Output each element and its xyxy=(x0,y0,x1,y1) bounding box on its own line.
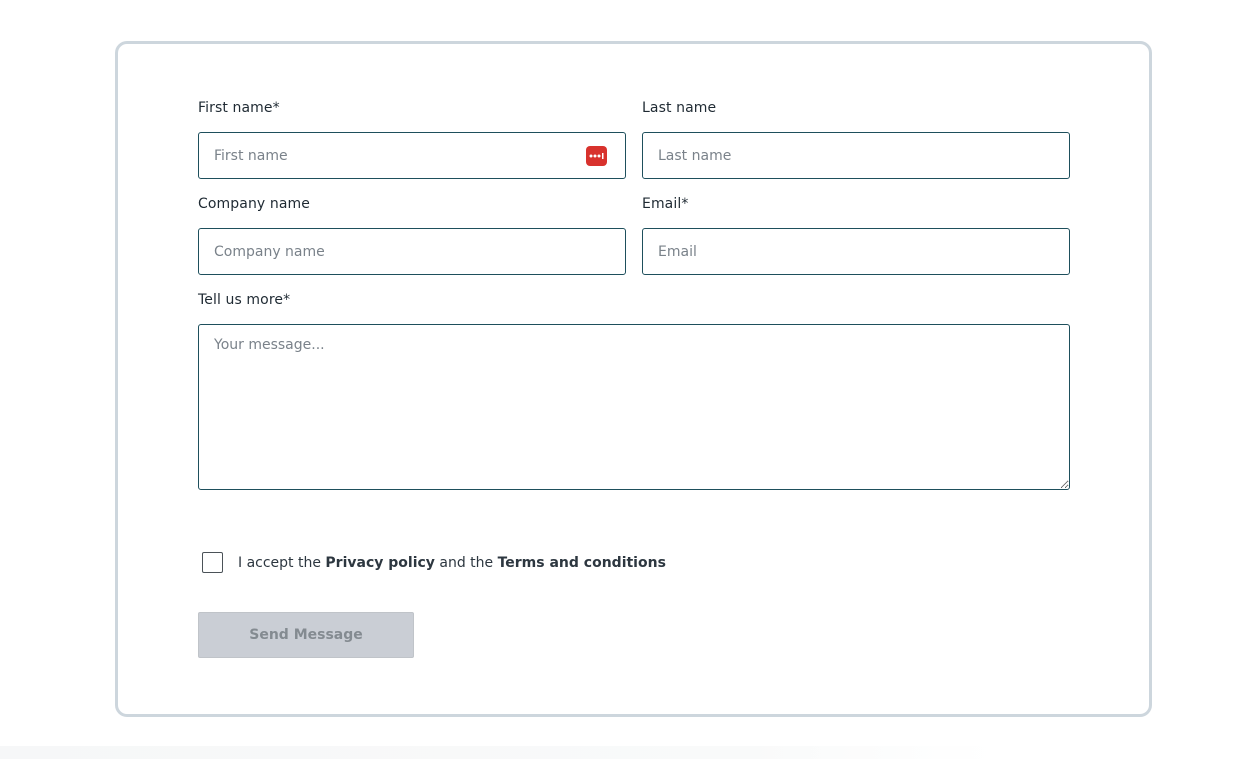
last-name-input[interactable] xyxy=(642,132,1070,179)
consent-text: I accept the Privacy policy and the Term… xyxy=(238,555,666,571)
company-name-label: Company name xyxy=(198,196,310,212)
bottom-divider xyxy=(0,746,1246,759)
consent-prefix: I accept the xyxy=(238,555,326,571)
password-manager-icon[interactable] xyxy=(586,146,607,166)
consent-checkbox[interactable] xyxy=(202,552,223,573)
first-name-label: First name* xyxy=(198,100,280,116)
contact-page: First name* Last name Company name Email… xyxy=(0,0,1246,759)
privacy-policy-link[interactable]: Privacy policy xyxy=(325,555,435,571)
message-textarea[interactable] xyxy=(198,324,1070,490)
first-name-input[interactable] xyxy=(198,132,626,179)
consent-middle: and the xyxy=(434,555,498,571)
email-input[interactable] xyxy=(642,228,1070,275)
last-name-label: Last name xyxy=(642,100,717,116)
terms-conditions-link[interactable]: Terms and conditions xyxy=(498,555,666,571)
contact-form-card: First name* Last name Company name Email… xyxy=(115,41,1152,717)
send-message-button[interactable]: Send Message xyxy=(198,612,414,658)
message-label: Tell us more* xyxy=(198,292,291,308)
company-name-input[interactable] xyxy=(198,228,626,275)
email-label: Email* xyxy=(642,196,689,212)
